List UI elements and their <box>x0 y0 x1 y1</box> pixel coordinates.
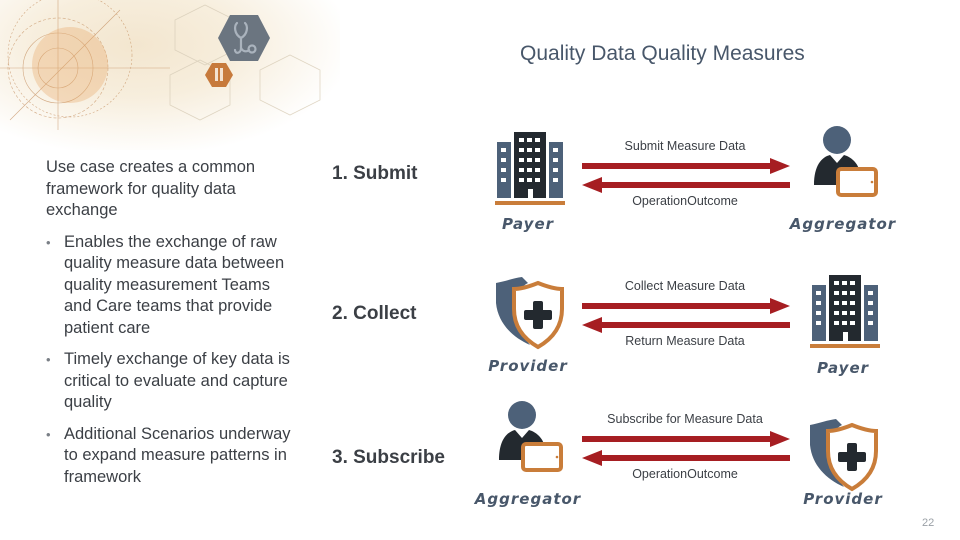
test-tube-icon <box>205 63 233 87</box>
step-label-subscribe: 3. Subscribe <box>332 447 445 468</box>
building-icon <box>495 132 565 205</box>
page-number: 22 <box>922 517 935 529</box>
actor-label-payer: Payer <box>501 215 555 233</box>
building-icon <box>810 275 880 348</box>
exchange-arrows <box>582 158 790 193</box>
request-label: Subscribe for Measure Data <box>607 412 763 426</box>
response-arrow-head <box>582 450 602 466</box>
banner-artwork <box>0 0 321 130</box>
request-arrow-shaft <box>582 303 772 309</box>
decorative-banner <box>0 0 340 150</box>
response-label: OperationOutcome <box>632 194 738 208</box>
bullet-text: Additional Scenarios underway to expand … <box>64 424 291 486</box>
response-arrow-shaft <box>600 182 790 188</box>
bullet-glyph: • <box>46 352 51 367</box>
person-tablet-icon <box>499 401 563 472</box>
request-arrow-shaft <box>582 436 772 442</box>
bullet-glyph: • <box>46 234 51 250</box>
actor-label-provider: Provider <box>803 490 883 508</box>
actor-label-provider: Provider <box>488 357 568 375</box>
request-arrow-head <box>770 158 790 174</box>
exchange-arrows <box>582 298 790 333</box>
actor-label-aggregator: Aggregator <box>789 215 897 233</box>
exchange-arrows <box>582 431 790 466</box>
response-arrow-shaft <box>600 455 790 461</box>
description-panel: Use case creates a common framework for … <box>46 157 296 498</box>
response-arrow-shaft <box>600 322 790 328</box>
actor-label-payer: Payer <box>816 359 870 377</box>
response-label: Return Measure Data <box>625 334 745 348</box>
response-arrow-head <box>582 177 602 193</box>
bullet-list: • Enables the exchange of raw quality mea… <box>46 232 296 489</box>
bullet-glyph: • <box>46 426 51 442</box>
step-label-collect: 2. Collect <box>332 303 417 324</box>
stethoscope-icon <box>218 15 270 61</box>
request-arrow-head <box>770 431 790 447</box>
response-label: OperationOutcome <box>632 467 738 481</box>
request-arrow-shaft <box>582 163 772 169</box>
bullet-text: Timely exchange of key data is critical … <box>64 350 290 411</box>
shield-cross-icon <box>810 419 878 492</box>
bullet-item: • Additional Scenarios underway to expand… <box>46 424 296 489</box>
bullet-item: • Timely exchange of key data is critical… <box>46 349 296 414</box>
shield-cross-icon <box>496 277 564 350</box>
person-tablet-icon <box>814 126 878 197</box>
request-label: Submit Measure Data <box>624 139 746 153</box>
slide-title: Quality Data Quality Measures <box>520 42 805 65</box>
response-arrow-head <box>582 317 602 333</box>
bullet-text: Enables the exchange of raw quality meas… <box>64 232 285 337</box>
actor-label-aggregator: Aggregator <box>474 490 582 508</box>
intro-text: Use case creates a common framework for … <box>46 158 256 219</box>
step-label-submit: 1. Submit <box>332 163 418 184</box>
request-label: Collect Measure Data <box>624 279 746 293</box>
bullet-item: • Enables the exchange of raw quality mea… <box>46 232 296 340</box>
request-arrow-head <box>770 298 790 314</box>
